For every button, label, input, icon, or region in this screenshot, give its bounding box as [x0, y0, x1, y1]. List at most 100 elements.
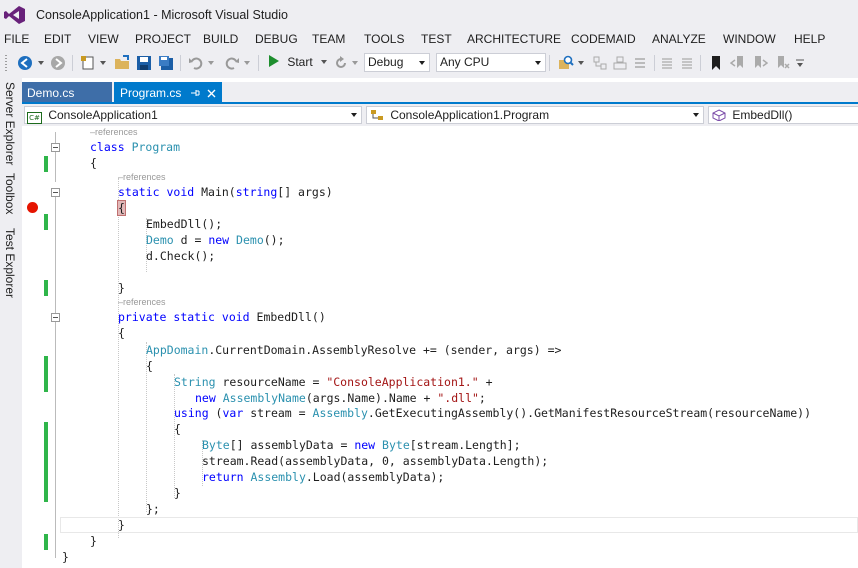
code-line: { — [146, 359, 153, 373]
toolbar-separator — [654, 55, 655, 71]
collapse-method-icon[interactable] — [51, 188, 60, 197]
member-dropdown[interactable]: EmbedDll() — [708, 106, 858, 124]
project-dropdown[interactable]: C# ConsoleApplication1 — [24, 106, 362, 124]
matched-brace: { — [117, 200, 126, 216]
codelens-references[interactable]: –references — [118, 297, 166, 307]
undo-icon[interactable] — [186, 54, 206, 72]
current-line-highlight — [60, 517, 858, 533]
type-name: ConsoleApplication1.Program — [390, 108, 550, 122]
breakpoint-icon[interactable] — [27, 202, 38, 213]
code-line: { — [117, 200, 126, 216]
class-icon — [371, 110, 383, 120]
code-line: EmbedDll(); — [146, 217, 223, 231]
tab-program-cs[interactable]: Program.cs — [114, 82, 222, 104]
properties-icon[interactable] — [630, 54, 650, 72]
code-line: d.Check(); — [146, 249, 216, 263]
redo-icon[interactable] — [222, 54, 242, 72]
test-explorer-tab[interactable]: Test Explorer — [3, 228, 17, 298]
previous-bookmark-icon[interactable] — [728, 54, 748, 72]
menu-codemaid[interactable]: CODEMAID — [571, 32, 636, 46]
outline-line — [55, 152, 56, 182]
codelens-references[interactable]: –references — [90, 127, 138, 137]
code-line: } — [118, 281, 125, 295]
change-indicator — [44, 422, 48, 502]
tab-demo-cs[interactable]: Demo.cs — [22, 82, 112, 104]
menu-team[interactable]: TEAM — [312, 32, 345, 46]
menu-file[interactable]: FILE — [4, 32, 29, 46]
visual-studio-logo-icon — [4, 6, 25, 24]
back-icon[interactable] — [14, 54, 36, 72]
class-view-icon[interactable] — [610, 54, 630, 72]
outline-line — [55, 197, 56, 313]
close-icon[interactable] — [207, 89, 216, 98]
codelens-references[interactable]: –references — [118, 172, 166, 182]
code-line: { — [90, 156, 97, 170]
refresh-dropdown-icon[interactable] — [350, 54, 360, 72]
code-line: using (var stream = Assembly.GetExecutin… — [174, 406, 812, 420]
back-dropdown-icon[interactable] — [36, 54, 46, 72]
collapse-method-icon[interactable] — [51, 313, 60, 322]
code-line: Demo d = new Demo(); — [146, 233, 285, 247]
solution-platform-dropdown[interactable]: Any CPU — [436, 53, 546, 72]
code-line: } — [62, 550, 69, 564]
new-project-dropdown-icon[interactable] — [98, 54, 108, 72]
find-dropdown-icon[interactable] — [576, 54, 586, 72]
undo-dropdown-icon[interactable] — [206, 54, 216, 72]
code-line: static void Main(string[] args) — [118, 185, 333, 199]
type-dropdown[interactable]: ConsoleApplication1.Program — [366, 106, 704, 124]
menu-test[interactable]: TEST — [421, 32, 452, 46]
clear-bookmarks-icon[interactable] — [772, 54, 792, 72]
code-line: stream.Read(assemblyData, 0, assemblyDat… — [202, 454, 549, 468]
menu-window[interactable]: WINDOW — [723, 32, 776, 46]
change-indicator — [44, 214, 48, 230]
menu-edit[interactable]: EDIT — [44, 32, 71, 46]
code-line: { — [174, 422, 181, 436]
code-line: Byte[] assemblyData = new Byte[stream.Le… — [202, 438, 521, 452]
next-bookmark-icon[interactable] — [750, 54, 770, 72]
toolbar-overflow-icon[interactable] — [794, 54, 806, 72]
menu-bar: FILE EDIT VIEW PROJECT BUILD DEBUG TEAM … — [0, 30, 858, 50]
forward-icon[interactable] — [48, 54, 68, 72]
refresh-icon[interactable] — [332, 54, 350, 72]
solution-explorer-icon[interactable] — [590, 54, 610, 72]
menu-view[interactable]: VIEW — [88, 32, 119, 46]
menu-help[interactable]: HELP — [794, 32, 825, 46]
chevron-down-icon — [535, 61, 541, 65]
start-debugging-button[interactable]: Start — [268, 53, 328, 72]
start-label: Start — [287, 55, 313, 69]
menu-analyze[interactable]: ANALYZE — [652, 32, 706, 46]
tab-label: Demo.cs — [27, 86, 75, 100]
uncomment-lines-icon[interactable] — [678, 54, 696, 72]
code-line: private static void EmbedDll() — [118, 310, 326, 324]
code-line: } — [90, 534, 97, 548]
comment-lines-icon[interactable] — [658, 54, 676, 72]
menu-build[interactable]: BUILD — [203, 32, 238, 46]
code-line: { — [118, 326, 125, 340]
toolbar-separator — [180, 55, 181, 71]
save-all-icon[interactable] — [156, 54, 176, 72]
solution-configuration-dropdown[interactable]: Debug — [364, 53, 430, 72]
collapse-class-icon[interactable] — [51, 143, 60, 152]
save-icon[interactable] — [134, 54, 154, 72]
redo-dropdown-icon[interactable] — [242, 54, 252, 72]
start-dropdown-icon — [321, 60, 328, 64]
server-explorer-tab[interactable]: Server Explorer — [3, 82, 17, 165]
new-project-icon[interactable] — [78, 54, 98, 72]
change-indicator — [44, 534, 48, 550]
menu-tools[interactable]: TOOLS — [364, 32, 404, 46]
bookmark-icon[interactable] — [706, 54, 726, 72]
menu-architecture[interactable]: ARCHITECTURE — [467, 32, 561, 46]
open-folder-icon[interactable] — [112, 54, 132, 72]
chevron-down-icon — [351, 113, 357, 117]
code-line: class Program — [90, 140, 181, 154]
change-indicator — [44, 356, 48, 392]
outline-line — [55, 322, 56, 558]
tab-label: Program.cs — [120, 86, 182, 100]
toolbox-tab[interactable]: Toolbox — [3, 173, 17, 214]
find-in-files-icon[interactable] — [556, 54, 576, 72]
menu-debug[interactable]: DEBUG — [255, 32, 298, 46]
toolbar-grip[interactable] — [4, 54, 8, 72]
toolbar-separator — [258, 55, 259, 71]
pin-icon[interactable] — [190, 88, 200, 98]
menu-project[interactable]: PROJECT — [135, 32, 191, 46]
